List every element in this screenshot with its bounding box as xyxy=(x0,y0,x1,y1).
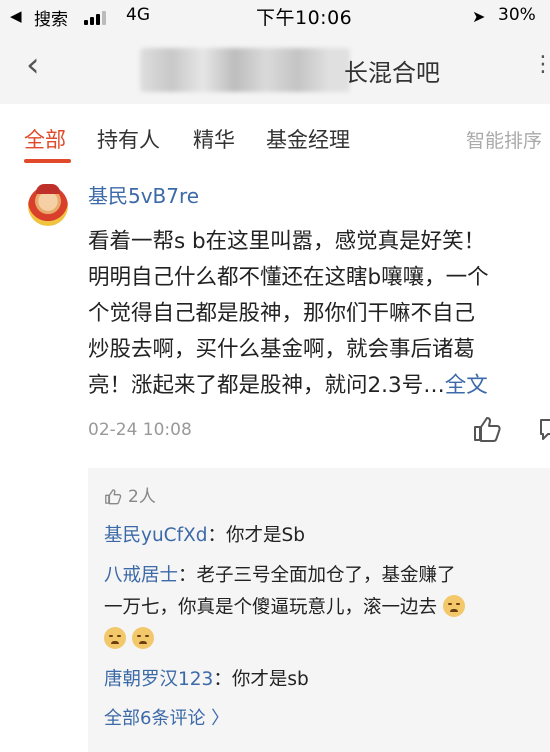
likes-row[interactable]: 2人 xyxy=(104,482,156,507)
reply-text: 你才是Sb xyxy=(226,525,306,546)
post-line: 亮！涨起来了都是股神，就问2.3号…全文 xyxy=(88,368,550,404)
network-label: 4G xyxy=(126,5,150,25)
reply-text: 老子三号全面加仓了，基金赚了 xyxy=(196,565,456,586)
signal-icon xyxy=(84,9,110,25)
post-date: 02-24 10:08 xyxy=(88,420,192,440)
sort-dropdown[interactable]: 智能排序 xyxy=(466,126,542,153)
reply-username[interactable]: 唐朝罗汉123 xyxy=(104,669,213,690)
back-to-app-icon[interactable]: ◀ xyxy=(10,7,22,25)
post-line-text: 亮！涨起来了都是股神，就问2.3号… xyxy=(88,373,445,398)
tab-fund-manager[interactable]: 基金经理 xyxy=(266,124,350,154)
expand-full-link[interactable]: 全文 xyxy=(445,373,488,398)
carrier-label[interactable]: 搜索 xyxy=(34,5,68,30)
reply-section: 2人 基民yuCfXd：你才是Sb 八戒居士：老子三号全面加仓了，基金赚了 一万… xyxy=(88,468,550,752)
post-username[interactable]: 基民5vB7re xyxy=(88,180,199,209)
post-line: 炒股去啊，买什么基金啊，就会事后诸葛 xyxy=(88,337,476,362)
reply-text: 你才是sb xyxy=(231,669,309,690)
reply-separator: ： xyxy=(213,669,232,690)
battery-percentage: 30% xyxy=(498,5,536,25)
reply-item[interactable]: 唐朝罗汉123：你才是sb xyxy=(104,664,544,696)
title-bar: ‹ 长混合吧 ⋮ xyxy=(0,34,550,104)
blurred-title xyxy=(140,48,350,92)
post-content[interactable]: 看着一帮s b在这里叫嚣，感觉真是好笑！ 明明自己什么都不懂还在这瞎b嚷嚷，一个… xyxy=(88,224,550,404)
reply-username[interactable]: 基民yuCfXd xyxy=(104,525,208,546)
tab-bar: 全部 持有人 精华 基金经理 智能排序 xyxy=(0,104,550,272)
grumpy-emoji-icon xyxy=(443,595,466,617)
status-bar: ◀ 搜索 4G 下午10:06 ➤ 30% xyxy=(0,0,550,34)
post-line: 个觉得自己都是股神，那你们干嘛不自己 xyxy=(88,301,476,326)
comment-icon[interactable] xyxy=(538,416,550,442)
active-tab-indicator xyxy=(24,159,71,163)
reply-text-continued: 一万七，你真是个傻逼玩意儿，滚一边去 xyxy=(104,597,438,618)
reply-item[interactable]: 八戒居士：老子三号全面加仓了，基金赚了 一万七，你真是个傻逼玩意儿，滚一边去 xyxy=(104,560,544,656)
thumbs-up-small-icon xyxy=(105,489,122,505)
avatar[interactable] xyxy=(28,184,68,226)
page-title: 长混合吧 xyxy=(344,59,440,87)
reply-username[interactable]: 八戒居士 xyxy=(104,565,178,586)
reply-separator: ： xyxy=(207,525,227,546)
reply-separator: ： xyxy=(178,565,197,586)
tab-featured[interactable]: 精华 xyxy=(193,124,235,154)
likes-count: 2人 xyxy=(128,487,156,507)
grumpy-emoji-icon xyxy=(132,627,154,649)
post-line: 看着一帮s b在这里叫嚣，感觉真是好笑！ xyxy=(88,229,486,254)
screen: ◀ 搜索 4G 下午10:06 ➤ 30% ‹ 长混合吧 ⋮ 全部 持有人 精华… xyxy=(0,0,550,752)
grumpy-emoji-icon xyxy=(104,627,126,649)
reply-item[interactable]: 基民yuCfXd：你才是Sb xyxy=(104,520,544,552)
more-icon[interactable]: ⋮ xyxy=(532,52,550,77)
post-line: 明明自己什么都不懂还在这瞎b嚷嚷，一个 xyxy=(88,265,489,290)
tab-holders[interactable]: 持有人 xyxy=(97,124,160,154)
tab-all[interactable]: 全部 xyxy=(24,124,66,154)
post-card: 基民5vB7re 看着一帮s b在这里叫嚣，感觉真是好笑！ 明明自己什么都不懂还… xyxy=(0,168,550,752)
thumbs-up-icon[interactable] xyxy=(472,416,502,442)
location-arrow-icon: ➤ xyxy=(472,7,486,26)
clock: 下午10:06 xyxy=(256,7,353,29)
view-all-comments-link[interactable]: 全部6条评论 〉 xyxy=(104,704,229,730)
chevron-left-icon[interactable]: ‹ xyxy=(26,48,40,82)
